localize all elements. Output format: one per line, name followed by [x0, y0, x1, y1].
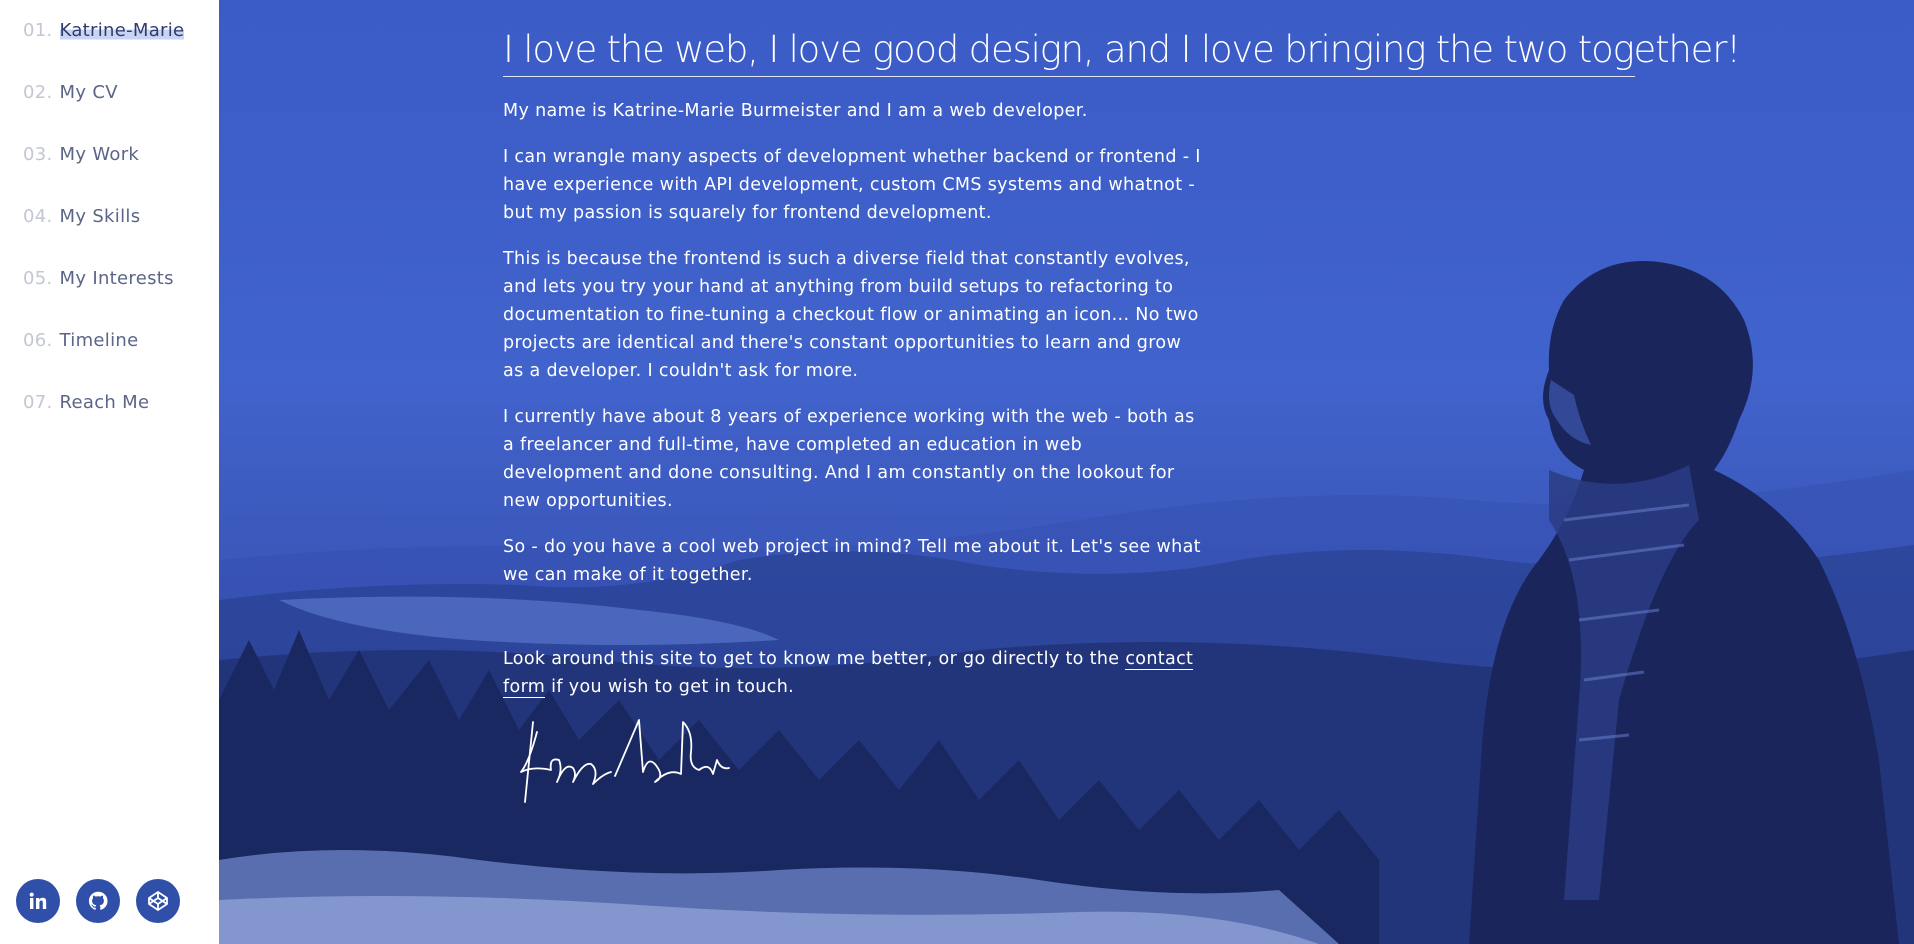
nav-item-my-interests[interactable]: 05. My Interests [23, 268, 184, 330]
intro-paragraph: My name is Katrine-Marie Burmeister and … [503, 101, 1088, 121]
nav-item-timeline[interactable]: 06. Timeline [23, 330, 184, 392]
nav-item-katrine-marie[interactable]: 01. Katrine-Marie [23, 20, 185, 82]
closing-text-after: if you wish to get in touch. [545, 677, 795, 697]
nav-item-number: 02. [23, 82, 53, 103]
social-links [16, 879, 180, 923]
page-title: I love the web, I love good design, and … [503, 26, 1741, 77]
nav-item-number: 07. [23, 392, 53, 413]
codepen-button[interactable] [136, 879, 180, 923]
linkedin-icon [29, 892, 47, 909]
nav-item-number: 03. [23, 144, 53, 165]
nav-item-label: My Work [59, 144, 140, 165]
hero-section: I love the web, I love good design, and … [219, 0, 1914, 944]
nav-item-label: My CV [59, 82, 118, 103]
nav-item-number: 05. [23, 268, 53, 289]
intro-content: I love the web, I love good design, and … [503, 26, 1741, 803]
main-nav: 01. Katrine-Marie 02. My CV 03. My Work … [23, 20, 185, 454]
intro-paragraph: This is because the frontend is such a d… [503, 249, 1199, 381]
nav-item-reach-me[interactable]: 07. Reach Me [23, 392, 184, 454]
nav-item-label: My Interests [59, 268, 174, 289]
nav-item-my-cv[interactable]: 02. My CV [23, 82, 184, 144]
codepen-icon [148, 891, 168, 911]
closing-text-before: Look around this site to get to know me … [503, 649, 1126, 669]
nav-item-label: Reach Me [59, 392, 150, 413]
linkedin-button[interactable] [16, 879, 60, 923]
nav-item-label: My Skills [59, 206, 141, 227]
intro-text: My name is Katrine-Marie Burmeister and … [503, 97, 1203, 701]
nav-item-my-skills[interactable]: 04. My Skills [23, 206, 184, 268]
sidebar: 01. Katrine-Marie 02. My CV 03. My Work … [0, 0, 219, 944]
nav-item-number: 06. [23, 330, 53, 351]
github-button[interactable] [76, 879, 120, 923]
closing-paragraph: Look around this site to get to know me … [503, 645, 1203, 701]
signature-image [520, 719, 730, 803]
nav-item-number: 04. [23, 206, 53, 227]
nav-item-number: 01. [23, 20, 53, 41]
nav-item-label: Timeline [59, 330, 139, 351]
nav-item-my-work[interactable]: 03. My Work [23, 144, 184, 206]
intro-paragraph: So - do you have a cool web project in m… [503, 537, 1201, 585]
intro-paragraph: I currently have about 8 years of experi… [503, 407, 1195, 511]
intro-paragraph: I can wrangle many aspects of developmen… [503, 147, 1201, 223]
nav-item-label: Katrine-Marie [59, 20, 185, 41]
github-icon [88, 891, 108, 910]
